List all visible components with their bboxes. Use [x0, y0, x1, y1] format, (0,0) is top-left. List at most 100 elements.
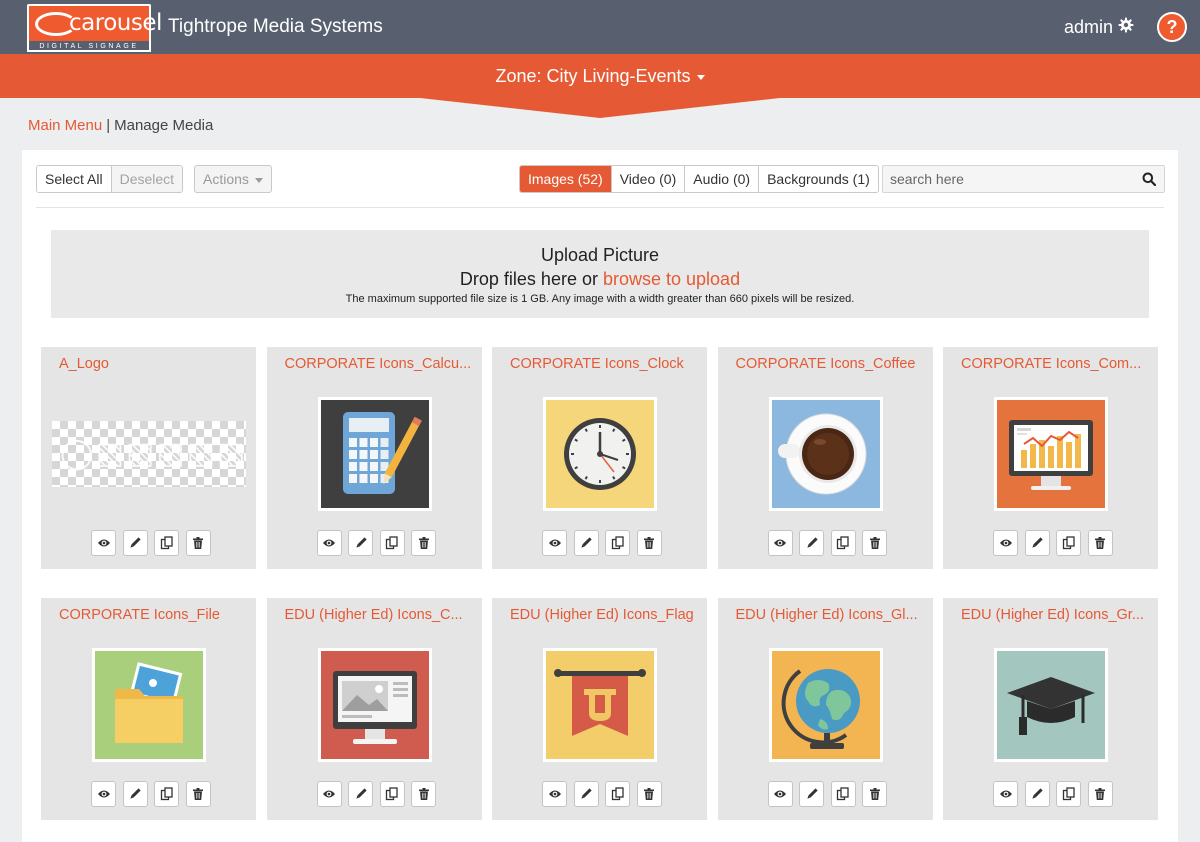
- edit-button[interactable]: [573, 781, 599, 807]
- media-card[interactable]: A_Logo ◯▧▧▧▧▧: [41, 347, 256, 569]
- media-card-title[interactable]: EDU (Higher Ed) Icons_Gr...: [961, 606, 1151, 624]
- eye-icon: [322, 536, 336, 550]
- edit-button[interactable]: [348, 530, 374, 556]
- preview-button[interactable]: [767, 530, 793, 556]
- delete-button[interactable]: [862, 781, 888, 807]
- media-type-tabs: Images (52) Video (0) Audio (0) Backgrounds…: [519, 165, 879, 193]
- edit-button[interactable]: [573, 530, 599, 556]
- edit-button[interactable]: [1024, 530, 1050, 556]
- copy-icon: [611, 536, 625, 550]
- preview-button[interactable]: [316, 781, 342, 807]
- preview-button[interactable]: [316, 530, 342, 556]
- help-button[interactable]: ?: [1157, 12, 1187, 42]
- selection-button-group: Select All Deselect: [36, 165, 184, 193]
- preview-button[interactable]: [767, 781, 793, 807]
- delete-button[interactable]: [636, 530, 662, 556]
- media-card[interactable]: EDU (Higher Ed) Icons_Gr...: [943, 598, 1158, 820]
- delete-button[interactable]: [1087, 530, 1113, 556]
- edit-button[interactable]: [348, 781, 374, 807]
- duplicate-button[interactable]: [605, 781, 631, 807]
- media-card-title[interactable]: EDU (Higher Ed) Icons_Gl...: [736, 606, 926, 624]
- select-all-button[interactable]: Select All: [37, 166, 112, 192]
- media-card[interactable]: EDU (Higher Ed) Icons_C...: [266, 598, 482, 820]
- pencil-icon: [805, 787, 819, 801]
- duplicate-button[interactable]: [830, 530, 856, 556]
- duplicate-button[interactable]: [154, 781, 180, 807]
- edit-button[interactable]: [799, 530, 825, 556]
- media-card[interactable]: CORPORATE Icons_Coffee: [717, 347, 933, 569]
- zone-bar-notch: [420, 98, 780, 118]
- media-card[interactable]: CORPORATE Icons_Clock: [492, 347, 707, 569]
- tab-backgrounds[interactable]: Backgrounds (1): [759, 166, 878, 192]
- deselect-button[interactable]: Deselect: [111, 166, 183, 192]
- breadcrumb-main-menu[interactable]: Main Menu: [28, 117, 102, 134]
- media-card[interactable]: EDU (Higher Ed) Icons_Gl...: [717, 598, 933, 820]
- media-card-title[interactable]: CORPORATE Icons_Com...: [961, 355, 1151, 373]
- eye-icon: [999, 787, 1013, 801]
- browse-upload-link[interactable]: browse to upload: [603, 269, 740, 289]
- media-card[interactable]: CORPORATE Icons_Com...: [943, 347, 1158, 569]
- media-card-title[interactable]: CORPORATE Icons_File: [59, 606, 249, 624]
- zone-selector[interactable]: Zone: City Living-Events: [0, 65, 1200, 87]
- tab-audio[interactable]: Audio (0): [685, 166, 760, 192]
- preview-button[interactable]: [993, 530, 1018, 556]
- preview-button[interactable]: [993, 781, 1018, 807]
- actions-label: Actions: [203, 171, 249, 187]
- duplicate-button[interactable]: [1056, 781, 1082, 807]
- delete-button[interactable]: [185, 530, 211, 556]
- duplicate-button[interactable]: [830, 781, 856, 807]
- carousel-logo[interactable]: carousel DIGITAL SIGNAGE: [27, 4, 162, 52]
- edit-button[interactable]: [122, 781, 148, 807]
- search-icon[interactable]: [1142, 172, 1157, 191]
- preview-button[interactable]: [91, 530, 116, 556]
- pencil-icon: [354, 787, 368, 801]
- tab-video[interactable]: Video (0): [611, 166, 686, 192]
- chevron-down-icon: [254, 177, 263, 183]
- duplicate-button[interactable]: [154, 530, 180, 556]
- tab-images[interactable]: Images (52): [520, 166, 612, 192]
- media-card-tools: [542, 530, 662, 556]
- actions-dropdown[interactable]: Actions: [194, 165, 272, 193]
- duplicate-button[interactable]: [379, 530, 405, 556]
- chevron-down-icon: [696, 74, 705, 80]
- media-card[interactable]: CORPORATE Icons_Calcu...: [266, 347, 482, 569]
- trash-icon: [1093, 787, 1107, 801]
- media-card-tools: [316, 781, 437, 807]
- media-card[interactable]: EDU (Higher Ed) Icons_Flag: [492, 598, 707, 820]
- delete-button[interactable]: [411, 781, 437, 807]
- delete-button[interactable]: [411, 530, 437, 556]
- delete-button[interactable]: [862, 530, 888, 556]
- duplicate-button[interactable]: [1056, 530, 1082, 556]
- preview-button[interactable]: [542, 781, 567, 807]
- graduation-cap-icon: [994, 648, 1108, 762]
- media-card-tools: [542, 781, 662, 807]
- preview-button[interactable]: [542, 530, 567, 556]
- delete-button[interactable]: [636, 781, 662, 807]
- gear-icon: [1118, 15, 1134, 39]
- media-card-tools: [91, 530, 211, 556]
- media-card-title[interactable]: EDU (Higher Ed) Icons_C...: [285, 606, 475, 624]
- edit-button[interactable]: [799, 781, 825, 807]
- duplicate-button[interactable]: [379, 781, 405, 807]
- media-card-title[interactable]: A_Logo: [59, 355, 249, 373]
- computer-chart-icon: [994, 397, 1108, 511]
- media-card-tools: [993, 781, 1113, 807]
- eye-icon: [548, 536, 562, 550]
- media-card[interactable]: CORPORATE Icons_File: [41, 598, 256, 820]
- delete-button[interactable]: [1087, 781, 1113, 807]
- media-card-title[interactable]: EDU (Higher Ed) Icons_Flag: [510, 606, 700, 624]
- folder-icon: [92, 648, 206, 762]
- edit-button[interactable]: [1024, 781, 1050, 807]
- app-title: Tightrope Media Systems: [168, 16, 383, 37]
- delete-button[interactable]: [185, 781, 211, 807]
- media-card-title[interactable]: CORPORATE Icons_Clock: [510, 355, 700, 373]
- media-card-title[interactable]: CORPORATE Icons_Calcu...: [285, 355, 475, 373]
- trash-icon: [868, 536, 882, 550]
- media-card-title[interactable]: CORPORATE Icons_Coffee: [736, 355, 926, 373]
- user-menu[interactable]: admin: [1064, 15, 1134, 39]
- preview-button[interactable]: [91, 781, 116, 807]
- search-input[interactable]: [883, 166, 1133, 192]
- duplicate-button[interactable]: [605, 530, 631, 556]
- edit-button[interactable]: [122, 530, 148, 556]
- upload-dropzone[interactable]: Upload Picture Drop files here or browse…: [51, 230, 1149, 318]
